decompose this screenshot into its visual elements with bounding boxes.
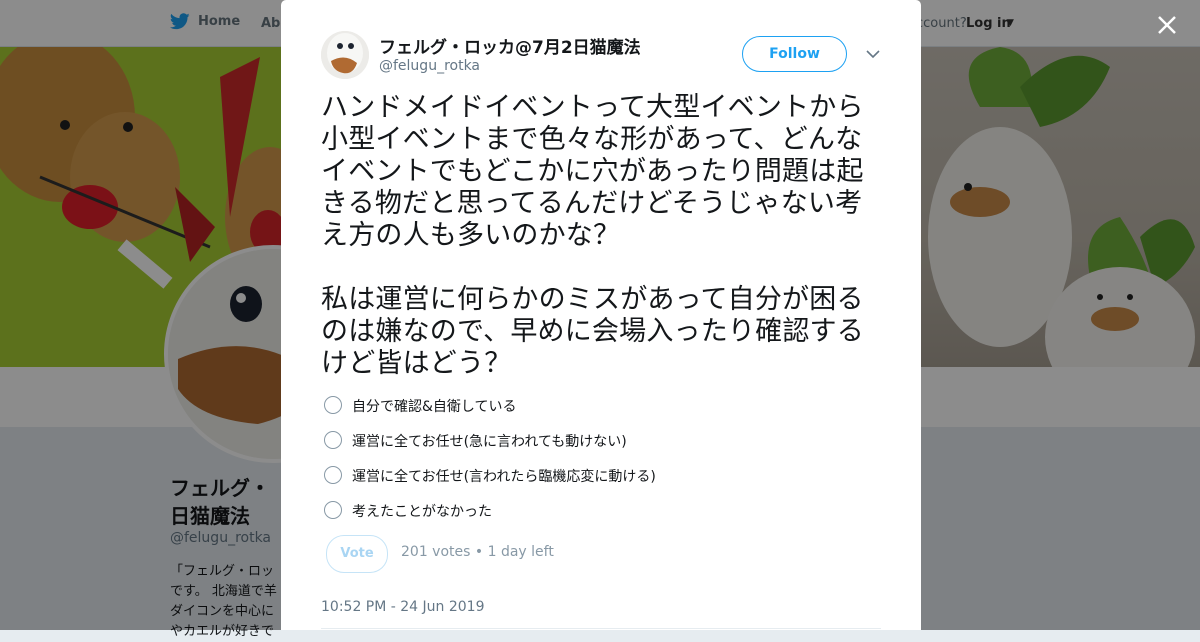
poll-option-label: 運営に全てお任せ(言われたら臨機応変に動ける): [352, 469, 656, 485]
poll-option[interactable]: 考えたことがなかった: [324, 498, 884, 533]
tweet-text: ハンドメイドイベントって大型イベントから小型イベントまで色々な形があって、どんな…: [321, 92, 864, 379]
radio-button[interactable]: [324, 431, 342, 449]
radio-button[interactable]: [324, 466, 342, 484]
poll-meta: 201 votes • 1 day left: [401, 544, 554, 560]
close-icon: [1158, 16, 1176, 34]
tweet-author-handle[interactable]: @felugu_rotka: [379, 58, 480, 74]
divider: [321, 628, 881, 629]
poll-option-label: 運営に全てお任せ(急に言われても動けない): [352, 434, 627, 450]
poll-votes: 201 votes: [401, 544, 471, 560]
tweet-author-name[interactable]: フェルグ・ロッカ@7月2日猫魔法: [379, 33, 641, 58]
poll-time-left: 1 day left: [487, 544, 554, 560]
poll-option-label: 自分で確認&自衛している: [352, 399, 517, 415]
poll-option[interactable]: 運営に全てお任せ(言われたら臨機応変に動ける): [324, 463, 884, 498]
poll-option[interactable]: 運営に全てお任せ(急に言われても動けない): [324, 428, 884, 463]
close-button[interactable]: [1152, 10, 1182, 40]
poll: 自分で確認&自衛している 運営に全てお任せ(急に言われても動けない) 運営に全て…: [324, 393, 884, 533]
chevron-down-icon[interactable]: [865, 46, 881, 62]
felt-duck-avatar-image: [321, 31, 369, 79]
follow-button[interactable]: Follow: [742, 36, 847, 72]
poll-option[interactable]: 自分で確認&自衛している: [324, 393, 884, 428]
tweet-modal: フェルグ・ロッカ@7月2日猫魔法 @felugu_rotka Follow ハン…: [281, 0, 921, 630]
radio-button[interactable]: [324, 396, 342, 414]
poll-separator: •: [474, 544, 484, 560]
radio-button[interactable]: [324, 501, 342, 519]
tweet-timestamp[interactable]: 10:52 PM - 24 Jun 2019: [321, 599, 485, 615]
tweet-author-avatar[interactable]: [321, 31, 369, 79]
vote-button[interactable]: Vote: [326, 535, 388, 573]
poll-option-label: 考えたことがなかった: [352, 504, 492, 520]
